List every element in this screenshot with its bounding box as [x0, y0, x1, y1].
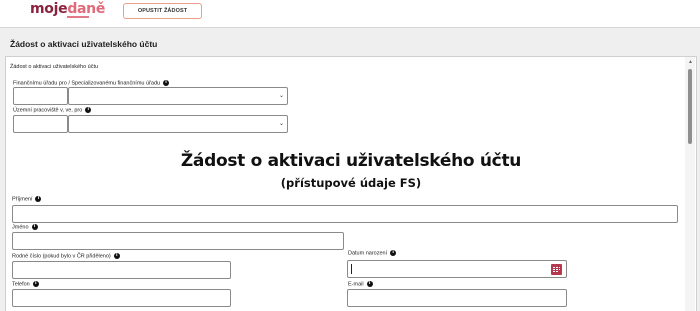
workplace-label-text: Územní pracoviště v, ve, pro: [13, 107, 83, 114]
birth-number-input[interactable]: [12, 261, 231, 279]
birth-number-label: Rodné číslo (pokud bylo v ČR přiděleno) i: [12, 253, 120, 259]
leave-request-button[interactable]: OPUSTIT ŽÁDOST: [123, 3, 202, 19]
phone-input[interactable]: [12, 289, 231, 307]
email-label-text: E-mail: [348, 281, 364, 288]
calendar-icon[interactable]: [551, 264, 562, 275]
logo-part-dane: daně: [67, 1, 106, 17]
email-input[interactable]: [347, 289, 567, 307]
birth-date-input[interactable]: [347, 260, 567, 278]
surname-label: Příjmení i: [12, 196, 42, 203]
chevron-down-icon: ⌄: [278, 93, 284, 99]
phone-label: Telefon i: [12, 281, 39, 287]
page-title: Žádost o aktivaci uživatelského účtu: [10, 39, 158, 49]
phone-label-text: Telefon: [12, 281, 30, 288]
name-input[interactable]: [12, 232, 344, 250]
office-select[interactable]: ⌄: [68, 87, 288, 105]
name-label: Jméno i: [12, 224, 38, 230]
office-label: Finančnímu úřadu pro / Specializovanému …: [13, 80, 170, 87]
birth-date-label-text: Datum narození: [348, 250, 388, 257]
info-icon[interactable]: i: [85, 107, 92, 113]
info-icon[interactable]: i: [390, 250, 397, 256]
workplace-code-select[interactable]: [13, 115, 68, 133]
info-icon[interactable]: i: [366, 281, 373, 287]
surname-input[interactable]: [12, 205, 678, 223]
form-subheading: (přístupové údaje FS): [280, 176, 422, 190]
moje-dane-logo[interactable]: mojedaně: [30, 1, 105, 17]
chevron-down-icon: ⌄: [278, 121, 284, 127]
email-label: E-mail i: [348, 281, 373, 287]
logo-underline: [67, 16, 89, 18]
top-bar: mojedaně OPUSTIT ŽÁDOST: [0, 0, 700, 27]
info-icon[interactable]: i: [32, 281, 39, 287]
birth-date-label: Datum narození i: [348, 250, 397, 257]
form-heading: Žádost o aktivaci uživatelského účtu: [180, 151, 522, 171]
scrollbar-thumb[interactable]: [688, 69, 692, 144]
birth-number-label-text: Rodné číslo (pokud bylo v ČR přiděleno): [12, 253, 111, 260]
scroll-up-icon[interactable]: ▲: [688, 60, 693, 65]
office-label-text: Finančnímu úřadu pro / Specializovanému …: [13, 80, 161, 87]
text-caret: [351, 264, 352, 274]
form-breadcrumb: Žádost o aktivaci uživatelského účtu: [10, 64, 99, 70]
info-icon[interactable]: i: [35, 196, 42, 202]
surname-label-text: Příjmení: [12, 196, 33, 203]
logo-part-moje: moje: [30, 1, 68, 17]
office-code-select[interactable]: [13, 87, 68, 105]
info-icon[interactable]: i: [113, 253, 120, 259]
workplace-select[interactable]: ⌄: [68, 115, 288, 133]
workplace-label: Územní pracoviště v, ve, pro i: [13, 107, 92, 114]
info-icon[interactable]: i: [163, 80, 170, 86]
name-label-text: Jméno: [12, 224, 29, 231]
info-icon[interactable]: i: [31, 224, 38, 230]
